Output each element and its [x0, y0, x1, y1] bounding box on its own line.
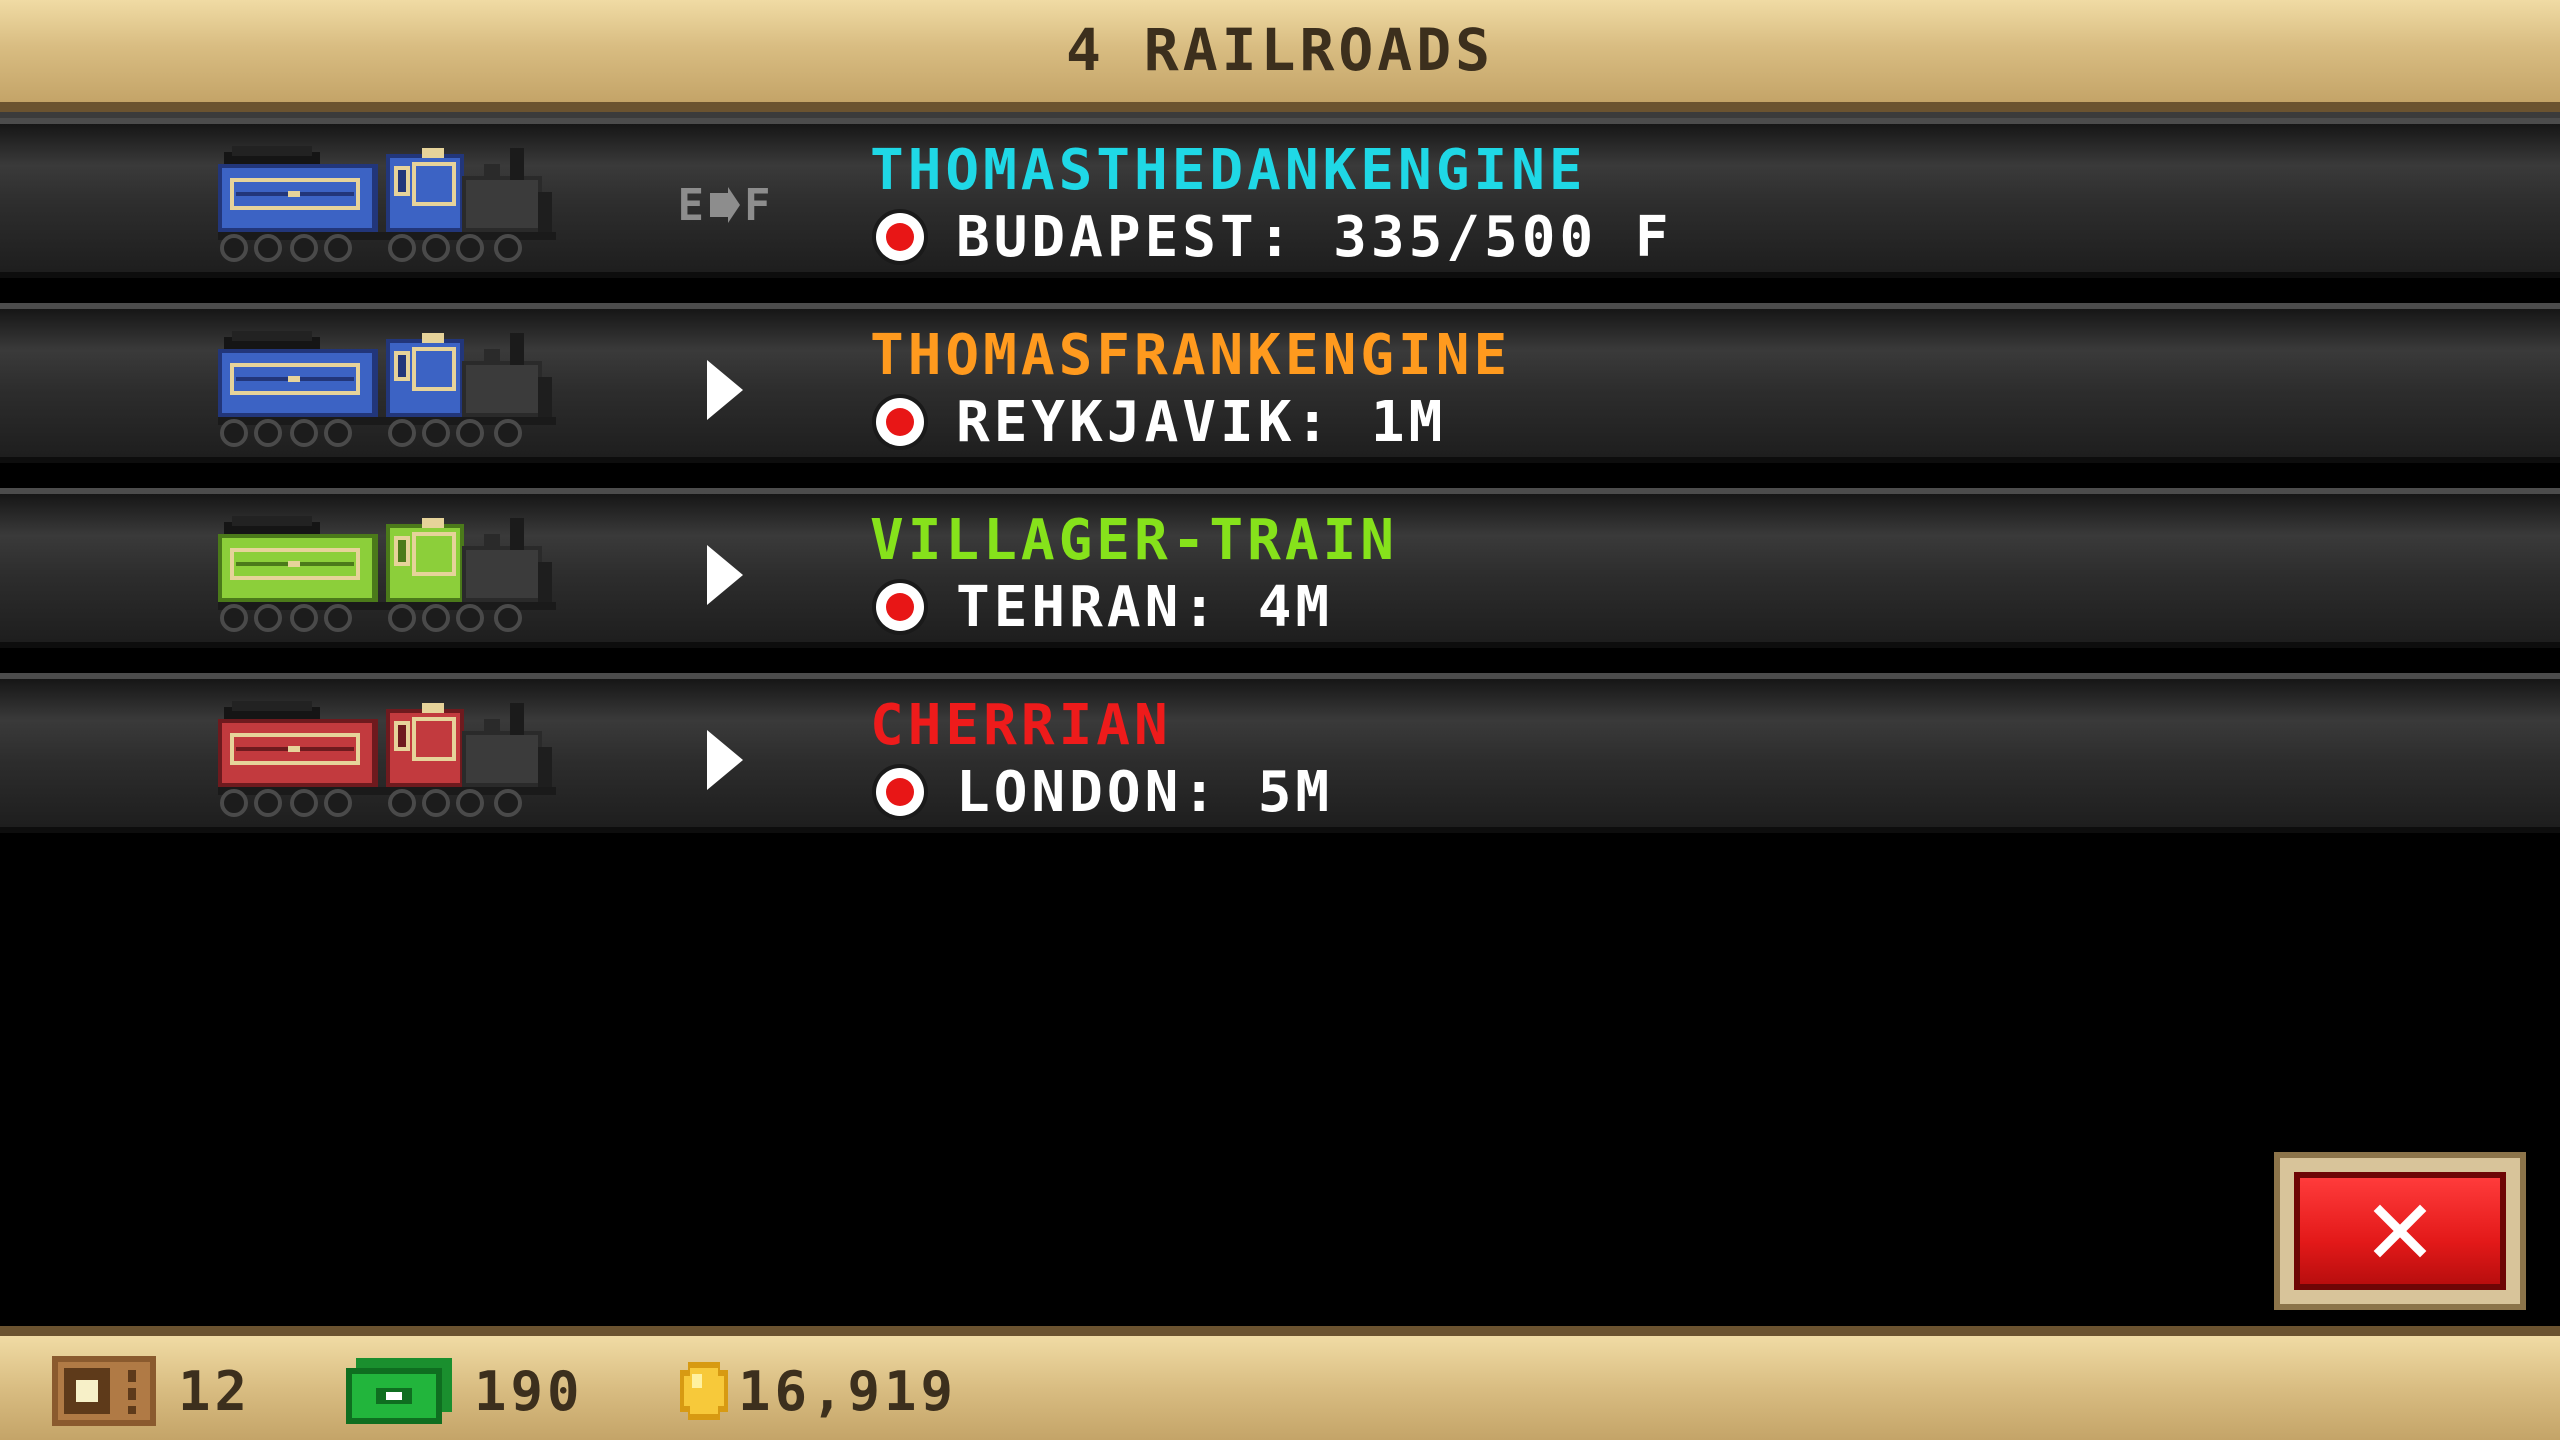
train-row[interactable]: E F THOMASTHEDANKENGINE BUDAPEST: 335/50…	[0, 118, 2560, 278]
fuel-full-label: F	[744, 179, 773, 231]
footer-bar: 12 190 16,919	[0, 1326, 2560, 1440]
header-bar: 4 RAILROADS	[0, 0, 2560, 122]
train-route: REYKJAVIK: 1M	[870, 387, 1446, 457]
train-name: VILLAGER-TRAIN	[870, 508, 1399, 573]
fuel-gauge-icon	[710, 187, 740, 223]
coins-amount: 16,919	[738, 1359, 958, 1423]
train-sprite	[218, 327, 558, 447]
train-row[interactable]: VILLAGER-TRAIN TEHRAN: 4M	[0, 488, 2560, 648]
station-icon	[872, 394, 928, 450]
train-route: LONDON: 5M	[870, 757, 1333, 827]
play-button[interactable]	[670, 540, 780, 610]
train-route: TEHRAN: 4M	[870, 572, 1333, 642]
close-button[interactable]	[2274, 1152, 2526, 1310]
tickets-stat: 12	[52, 1356, 251, 1426]
train-sprite	[218, 697, 558, 817]
coin-icon	[680, 1362, 728, 1420]
train-row[interactable]: CHERRIAN LONDON: 5M	[0, 673, 2560, 833]
fuel-empty-label: E	[677, 179, 706, 231]
train-name: CHERRIAN	[870, 693, 1172, 758]
train-sprite	[218, 512, 558, 632]
train-row[interactable]: THOMASFRANKENGINE REYKJAVIK: 1M	[0, 303, 2560, 463]
page-title: 4 RAILROADS	[1065, 16, 1495, 84]
cash-stat: 190	[346, 1356, 584, 1426]
train-name: THOMASTHEDANKENGINE	[870, 138, 1587, 203]
cash-amount: 190	[474, 1359, 584, 1423]
station-icon	[872, 764, 928, 820]
coins-stat: 16,919	[676, 1356, 957, 1426]
play-button[interactable]	[670, 355, 780, 425]
ticket-icon	[52, 1356, 156, 1426]
station-icon	[872, 579, 928, 635]
fuel-indicator: E F	[670, 170, 780, 240]
train-sprite	[218, 142, 558, 262]
train-route: BUDAPEST: 335/500 F	[870, 202, 1673, 272]
play-arrow-icon	[707, 545, 743, 605]
play-button[interactable]	[670, 725, 780, 795]
close-icon	[2373, 1204, 2427, 1258]
train-name: THOMASFRANKENGINE	[870, 323, 1512, 388]
train-list: E F THOMASTHEDANKENGINE BUDAPEST: 335/50…	[0, 118, 2560, 858]
play-arrow-icon	[707, 360, 743, 420]
station-icon	[872, 209, 928, 265]
route-text: BUDAPEST: 335/500 F	[956, 204, 1673, 270]
cash-icon	[346, 1358, 452, 1424]
tickets-count: 12	[178, 1359, 252, 1423]
play-arrow-icon	[707, 730, 743, 790]
route-text: REYKJAVIK: 1M	[956, 389, 1447, 455]
route-text: LONDON: 5M	[956, 759, 1334, 825]
close-button-face[interactable]	[2294, 1172, 2506, 1290]
route-text: TEHRAN: 4M	[956, 574, 1334, 640]
